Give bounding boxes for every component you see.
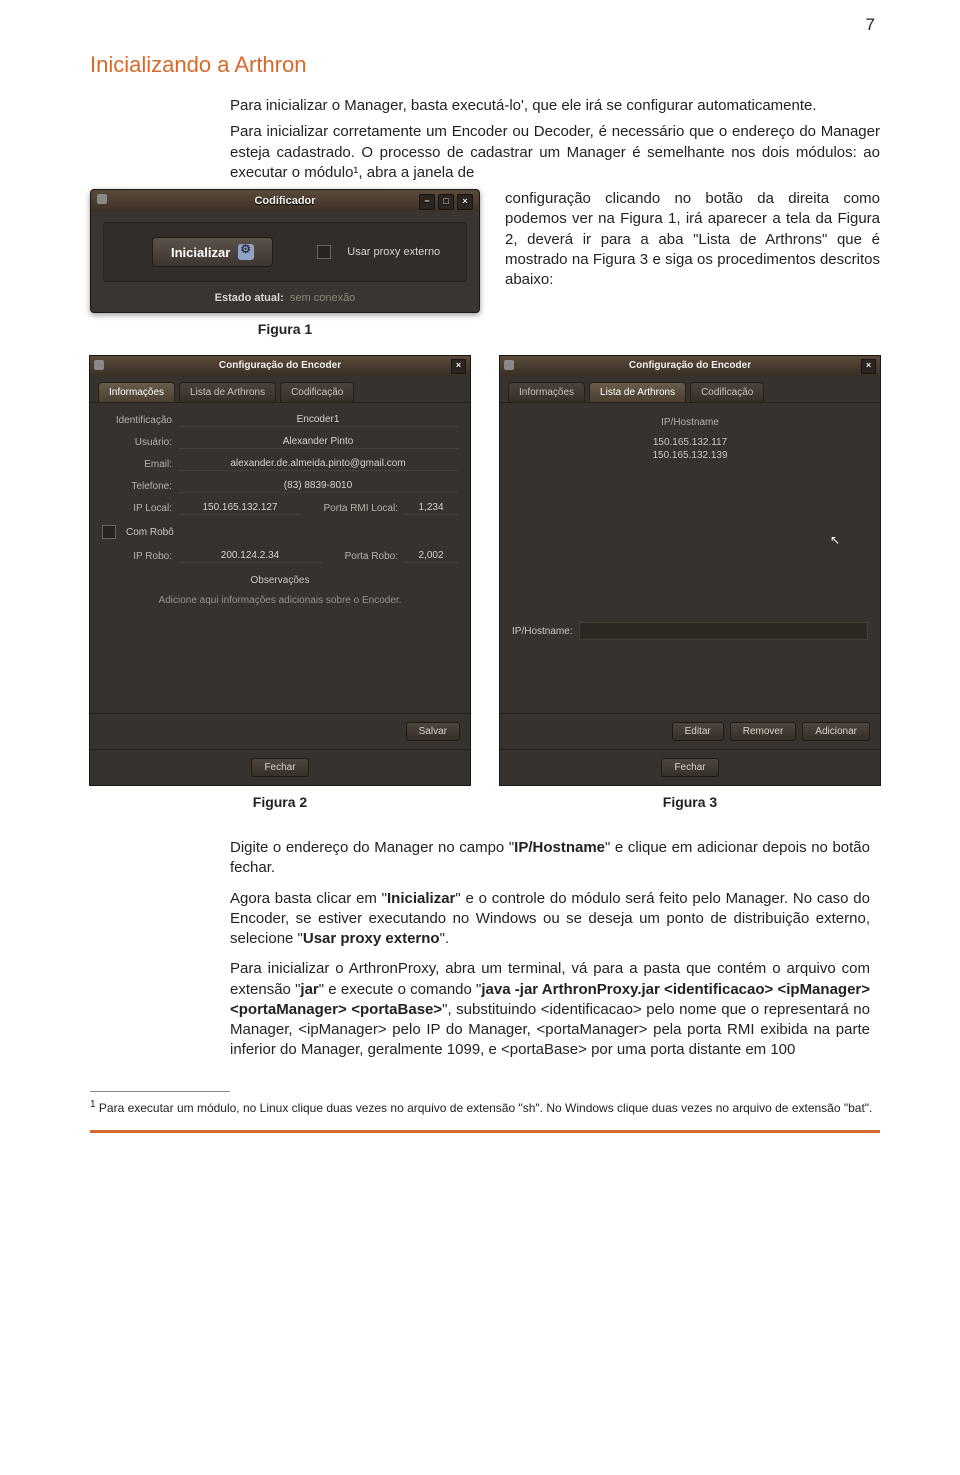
iplocal-field[interactable]: 150.165.132.127 [178,501,302,515]
tab-codificacao[interactable]: Codificação [280,382,354,402]
tab-lista-arthrons[interactable]: Lista de Arthrons [589,382,686,402]
window-icon [97,194,107,204]
status-value: sem conexão [290,292,355,304]
close-icon[interactable]: × [451,359,466,374]
config2-title: Configuração do Encoder [629,360,751,371]
tab-codificacao[interactable]: Codificação [690,382,764,402]
inicializar-button[interactable]: Inicializar [152,237,273,267]
com-robo-label: Com Robô [126,527,174,538]
page-bottom-rule [90,1130,880,1133]
body-para-3: Para inicializar o ArthronProxy, abra um… [230,959,870,1060]
intro-para-2: Para inicializar corretamente um Encoder… [230,122,880,183]
body-para-1: Digite o endereço do Manager no campo "I… [230,838,870,879]
fechar-button[interactable]: Fechar [661,758,718,777]
window-icon [94,360,104,370]
email-field[interactable]: alexander.de.almeida.pinto@gmail.com [178,457,458,471]
ident-label: Identificação [102,415,172,426]
footnote-rule [90,1091,230,1092]
portarobo-label: Porta Robo: [328,551,398,562]
tab-lista-arthrons[interactable]: Lista de Arthrons [179,382,276,402]
portarmi-label: Porta RMI Local: [308,503,398,514]
figure-3-caption: Figura 3 [499,794,881,810]
proxy-checkbox[interactable] [317,245,331,259]
salvar-button[interactable]: Salvar [406,722,460,741]
inicializar-label: Inicializar [171,245,230,260]
ip-list-header: IP/Hostname [516,417,864,432]
status-label: Estado atual: [215,292,284,304]
config1-titlebar: Configuração do Encoder × [90,356,470,376]
portarobo-field[interactable]: 2,002 [404,549,458,563]
tab-informacoes[interactable]: Informações [98,382,175,402]
config1-title: Configuração do Encoder [219,360,341,371]
user-field[interactable]: Alexander Pinto [178,435,458,449]
tel-label: Telefone: [102,481,172,492]
cursor-icon: ↖ [830,533,840,547]
list-item[interactable]: 150.165.132.117 [516,436,864,449]
intro-para-1: Para inicializar o Manager, basta execut… [230,96,880,116]
obs-label: Observações [102,575,458,586]
iprobo-field[interactable]: 200.124.2.34 [178,549,322,563]
tel-field[interactable]: (83) 8839-8010 [178,479,458,493]
intro-para-2b: configuração clicando no botão da direit… [505,189,880,290]
com-robo-checkbox[interactable] [102,525,116,539]
section-heading: Inicializando a Arthron [90,52,880,78]
iprobo-label: IP Robo: [102,551,172,562]
footnote: 1 Para executar um módulo, no Linux cliq… [90,1098,880,1117]
window-icon [504,360,514,370]
adicionar-button[interactable]: Adicionar [802,722,870,741]
proxy-label: Usar proxy externo [347,246,440,258]
codificador-window: Codificador − □ × Inicializar [90,189,480,313]
fechar-button[interactable]: Fechar [251,758,308,777]
codificador-title: Codificador [254,195,315,207]
config-encoder-window-1: Configuração do Encoder × Informações Li… [89,355,471,786]
figure-1-caption: Figura 1 [90,321,480,337]
config2-titlebar: Configuração do Encoder × [500,356,880,376]
codificador-titlebar: Codificador − □ × [91,190,479,212]
remover-button[interactable]: Remover [730,722,797,741]
maximize-icon[interactable]: □ [438,194,454,210]
page-number: 7 [866,15,875,35]
portarmi-field[interactable]: 1,234 [404,501,458,515]
close-icon[interactable]: × [457,194,473,210]
iphostname-input[interactable] [579,622,868,640]
ip-list[interactable]: IP/Hostname 150.165.132.117 150.165.132.… [512,413,868,602]
iplocal-label: IP Local: [102,503,172,514]
body-para-2: Agora basta clicar em "Inicializar" e o … [230,889,870,950]
minimize-icon[interactable]: − [419,194,435,210]
email-label: Email: [102,459,172,470]
user-label: Usuário: [102,437,172,448]
close-icon[interactable]: × [861,359,876,374]
iphostname-label: IP/Hostname: [512,626,573,637]
list-item[interactable]: 150.165.132.139 [516,449,864,462]
gear-icon[interactable] [238,244,254,260]
ident-field[interactable]: Encoder1 [178,413,458,427]
editar-button[interactable]: Editar [672,722,724,741]
config-encoder-window-2: Configuração do Encoder × Informações Li… [499,355,881,786]
tab-informacoes[interactable]: Informações [508,382,585,402]
figure-2-caption: Figura 2 [89,794,471,810]
obs-textarea[interactable]: Adicione aqui informações adicionais sob… [102,590,458,640]
